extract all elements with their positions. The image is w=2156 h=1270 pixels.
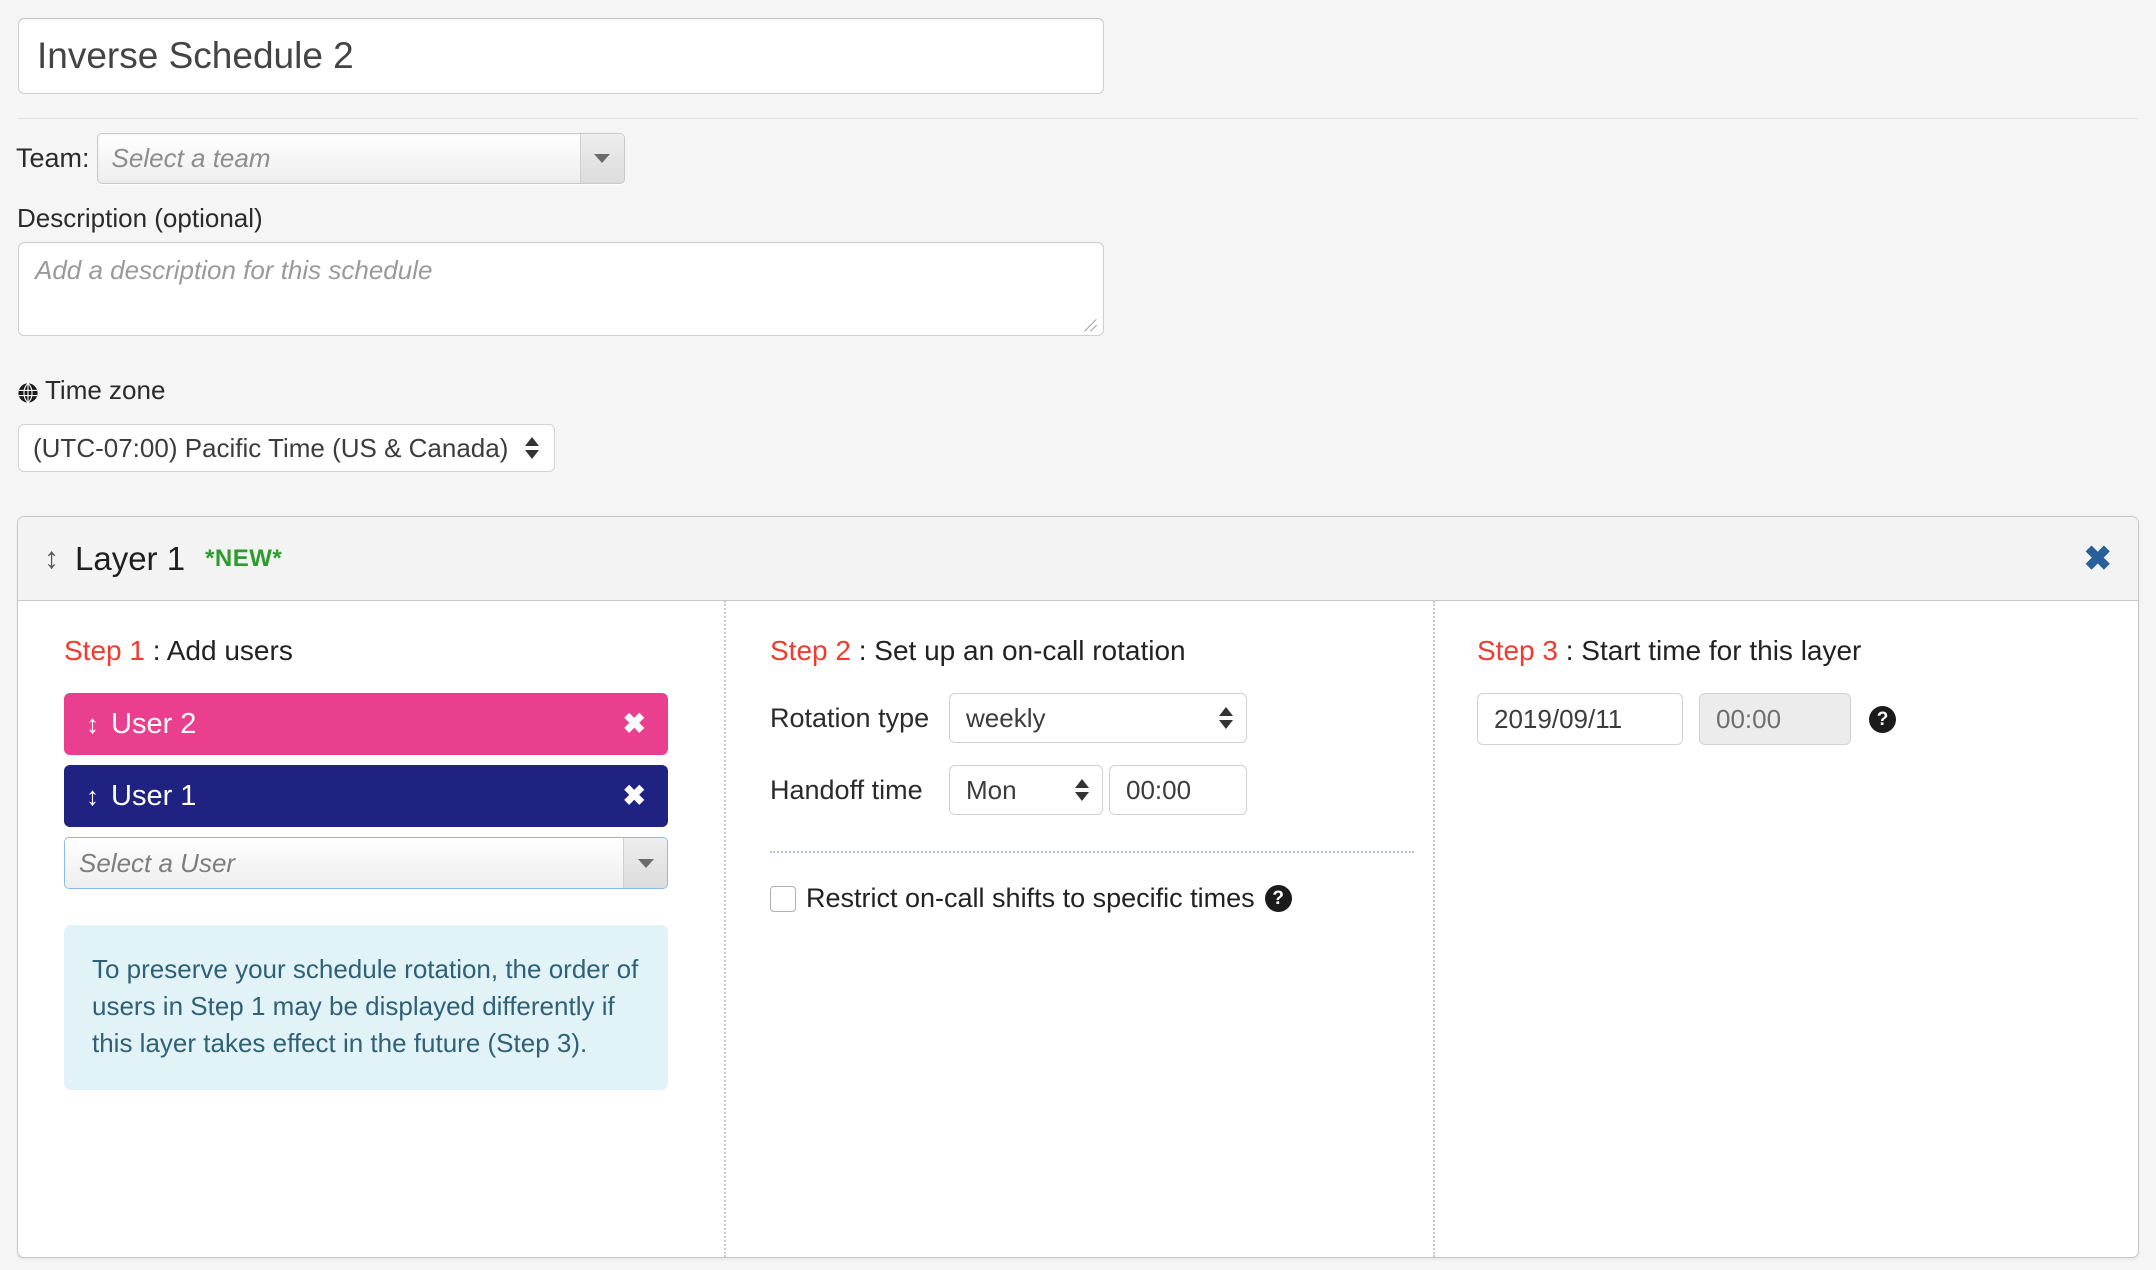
- drag-vertical-icon[interactable]: ↕: [86, 783, 99, 809]
- select-updown-icon: [524, 433, 540, 463]
- start-time-input[interactable]: 00:00: [1699, 693, 1851, 745]
- restrict-shifts-label[interactable]: Restrict on-call shifts to specific time…: [806, 883, 1255, 914]
- chevron-down-icon: [579, 133, 624, 183]
- schedule-name-input[interactable]: Inverse Schedule 2: [18, 18, 1104, 94]
- restrict-shifts-checkbox[interactable]: [770, 885, 796, 912]
- team-label: Team:: [16, 142, 90, 173]
- step-1-heading: Step 1 : Add users: [64, 635, 724, 667]
- layer-new-badge: *NEW*: [205, 544, 283, 572]
- rotation-type-row: Rotation type weekly: [770, 693, 1433, 743]
- user-chip[interactable]: ↕ User 1 ✖: [64, 765, 668, 827]
- team-row: Team: Select a team: [16, 132, 625, 184]
- layer-header: ↕ Layer 1 *NEW* ✖: [18, 517, 2138, 601]
- timezone-label-row: Time zone: [17, 375, 165, 406]
- remove-user-icon[interactable]: ✖: [623, 710, 646, 738]
- description-label: Description (optional): [17, 203, 263, 233]
- step-3-column: Step 3 : Start time for this layer 2019/…: [1433, 601, 2138, 1257]
- handoff-time-row: Handoff time Mon 00:00: [770, 765, 1433, 815]
- handoff-day-select[interactable]: Mon: [949, 765, 1103, 815]
- step-3-title: Start time for this layer: [1581, 635, 1862, 666]
- select-updown-icon: [1074, 775, 1090, 805]
- drag-vertical-icon[interactable]: ↕: [44, 543, 59, 574]
- user-select-placeholder: Select a User: [79, 847, 236, 878]
- step-3-number: Step 3: [1477, 635, 1558, 666]
- timezone-value: (UTC-07:00) Pacific Time (US & Canada): [33, 432, 509, 463]
- start-time-row: 2019/09/11 00:00 ?: [1477, 693, 2138, 745]
- globe-icon: [17, 380, 39, 403]
- step-1-column: Step 1 : Add users ↕ User 2 ✖ ↕ User 1 ✖…: [18, 601, 724, 1257]
- step-1-title: Add users: [166, 635, 293, 666]
- timezone-select[interactable]: (UTC-07:00) Pacific Time (US & Canada): [18, 424, 555, 472]
- step-2-column: Step 2 : Set up an on-call rotation Rota…: [724, 601, 1433, 1257]
- rotation-order-info: To preserve your schedule rotation, the …: [64, 925, 668, 1090]
- handoff-time-input[interactable]: 00:00: [1109, 765, 1247, 815]
- close-icon[interactable]: ✖: [2084, 542, 2113, 576]
- description-placeholder: Add a description for this schedule: [35, 255, 433, 285]
- step-2-title: Set up an on-call rotation: [874, 635, 1186, 666]
- step-1-separator: :: [144, 635, 167, 666]
- user-select[interactable]: Select a User: [64, 837, 668, 889]
- user-chip-label: User 2: [111, 707, 197, 740]
- handoff-time-label: Handoff time: [770, 774, 923, 805]
- step-2-heading: Step 2 : Set up an on-call rotation: [770, 635, 1433, 667]
- layer-body: Step 1 : Add users ↕ User 2 ✖ ↕ User 1 ✖…: [18, 601, 2138, 1257]
- user-chip-label: User 1: [111, 779, 197, 812]
- team-select[interactable]: Select a team: [96, 132, 625, 184]
- chevron-down-icon: [623, 838, 667, 888]
- help-icon[interactable]: ?: [1869, 705, 1896, 733]
- rotation-type-select[interactable]: weekly: [949, 693, 1247, 743]
- step-2-separator: :: [850, 635, 875, 666]
- user-chip[interactable]: ↕ User 2 ✖: [64, 693, 668, 755]
- layer-panel: ↕ Layer 1 *NEW* ✖ Step 1 : Add users ↕ U…: [17, 516, 2139, 1258]
- rotation-type-value: weekly: [966, 702, 1046, 733]
- step-1-number: Step 1: [64, 635, 145, 666]
- step-2-divider: [770, 851, 1414, 853]
- handoff-day-value: Mon: [966, 774, 1017, 805]
- start-date-input[interactable]: 2019/09/11: [1477, 693, 1683, 745]
- help-icon[interactable]: ?: [1264, 885, 1292, 912]
- step-3-heading: Step 3 : Start time for this layer: [1477, 635, 2138, 667]
- layer-title: Layer 1: [75, 539, 186, 577]
- description-textarea[interactable]: Add a description for this schedule: [18, 242, 1104, 336]
- section-divider: [18, 118, 2138, 119]
- remove-user-icon[interactable]: ✖: [623, 782, 646, 810]
- step-2-number: Step 2: [770, 635, 851, 666]
- restrict-shifts-row: Restrict on-call shifts to specific time…: [770, 883, 1433, 914]
- timezone-label: Time zone: [45, 375, 166, 405]
- select-updown-icon: [1218, 703, 1234, 733]
- drag-vertical-icon[interactable]: ↕: [86, 711, 99, 737]
- rotation-type-label: Rotation type: [770, 702, 930, 733]
- step-3-separator: :: [1557, 635, 1582, 666]
- resize-grip-icon[interactable]: [1084, 317, 1100, 333]
- team-select-placeholder: Select a team: [111, 142, 271, 173]
- schedule-editor-page: Inverse Schedule 2 Team: Select a team D…: [0, 0, 2156, 1270]
